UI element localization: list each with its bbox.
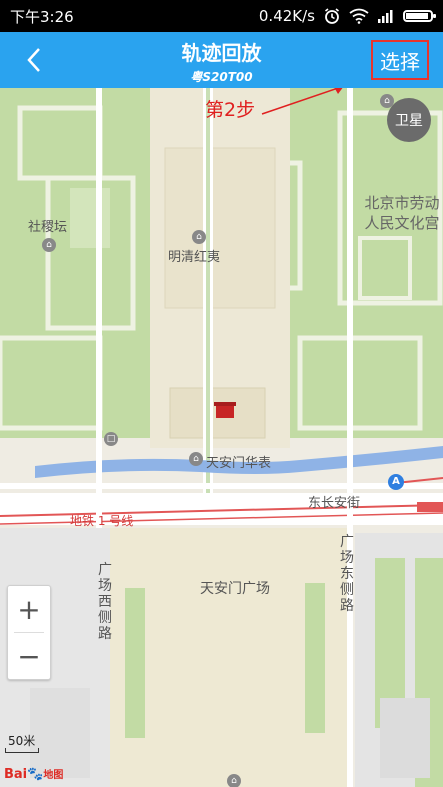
label-beijing-labor-line1: 北京市劳动 [364, 194, 440, 212]
status-icons [323, 7, 436, 25]
poi-icon-square[interactable]: ⌂ [227, 774, 241, 787]
poi-icon-huabiao[interactable]: ⌂ [189, 452, 203, 466]
label-dongchang-an-street: 东长安街 [308, 496, 361, 511]
scale-label: 50米 [8, 734, 36, 748]
baidu-map-logo: Bai🐾地图 [4, 767, 64, 782]
zoom-out-button[interactable]: − [8, 633, 50, 679]
zoom-control: + − [7, 585, 51, 680]
wifi-icon [349, 8, 369, 24]
battery-icon [403, 10, 436, 22]
status-bar: 下午3:26 0.42K/s [0, 0, 443, 32]
label-square-west-road: 广场西侧路 [98, 562, 112, 642]
label-mingqing-hongyi: 明清红夷 [168, 250, 221, 265]
label-beijing-labor: 北京市劳动 人民文化宫 [352, 193, 443, 233]
zoom-in-button[interactable]: + [8, 586, 50, 632]
label-sheji-tan: 社稷坛 [28, 220, 68, 235]
alarm-icon [325, 8, 339, 24]
annotation-arrow-icon [261, 88, 343, 115]
app-header: 轨迹回放 粤S20T00 选择 [0, 32, 443, 88]
poi-icon-mingqing[interactable]: ⌂ [192, 230, 206, 244]
signal-icon [378, 10, 393, 23]
status-time: 下午3:26 [10, 7, 74, 26]
label-beijing-labor-line2: 人民文化宫 [364, 214, 440, 232]
poi-icon-museum[interactable]: □ [104, 432, 118, 446]
map-view[interactable]: ⌂ ⌂ ⌂ ⌂ □ ⌂ 社稷坛 明清红夷 北京市劳动 人民文化宫 天安门华表 东… [0, 88, 443, 787]
label-metro-line: 地铁 1 号线 [70, 514, 134, 528]
satellite-toggle-button[interactable]: 卫星 [387, 98, 431, 142]
step-annotation: 第2步 [205, 99, 256, 121]
select-button[interactable]: 选择 [371, 40, 429, 80]
status-right: 0.42K/s [258, 7, 436, 25]
scale-bar [5, 748, 39, 753]
network-speed: 0.42K/s [258, 7, 315, 25]
label-square-east-road: 广场东侧路 [340, 534, 354, 614]
label-tiananmen-huabiao: 天安门华表 [206, 456, 272, 471]
poi-icon-sheji[interactable]: ⌂ [42, 238, 56, 252]
label-tiananmen-square: 天安门广场 [200, 581, 270, 597]
location-marker-a[interactable]: A [388, 474, 404, 490]
